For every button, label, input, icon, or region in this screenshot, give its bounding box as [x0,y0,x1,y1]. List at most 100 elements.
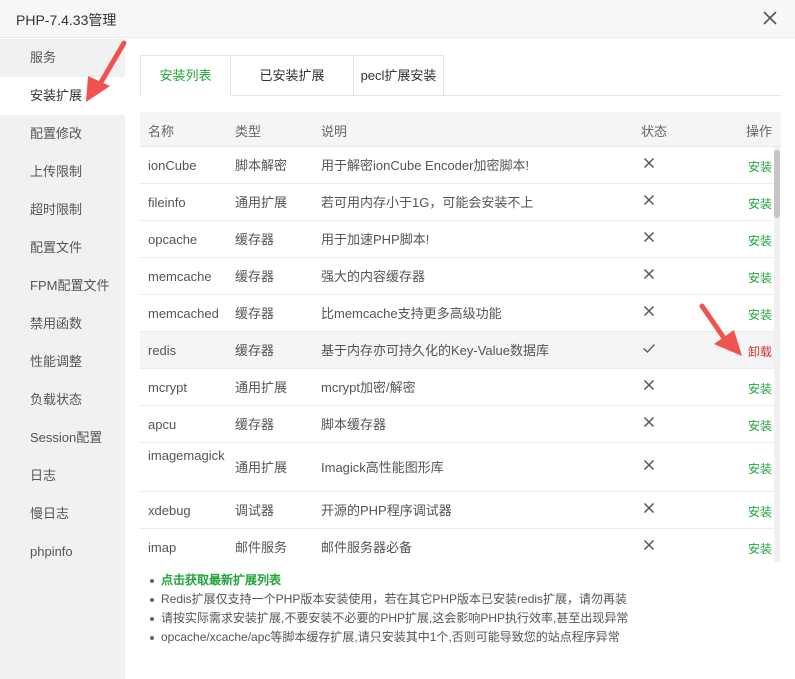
note-item: Redis扩展仅支持一个PHP版本安装使用，若在其它PHP版本已安装redis扩… [150,590,780,609]
extension-type: 缓存器 [235,305,275,321]
install-button[interactable]: 安装 [748,417,772,435]
install-button[interactable]: 安装 [748,232,772,250]
extension-name: memcached [148,305,219,321]
extension-name: apcu [148,416,177,432]
header-type: 类型 [235,124,262,139]
table-row: memcached 缓存器 比memcache支持更多高级功能 安装 [140,295,781,332]
table-row: imagemagick 通用扩展 Imagick高性能图形库 安装 [140,443,781,492]
extension-name: redis [148,342,177,358]
tab-installed-extensions[interactable]: 已安装扩展 [230,55,354,95]
sidebar-item[interactable]: Session配置 [0,419,125,457]
check-icon [641,340,657,356]
extension-description: 用于加速PHP脚本! [321,231,430,247]
extension-name: memcache [148,268,212,284]
cross-icon [641,537,657,553]
header-name: 名称 [148,124,175,139]
tab-install-list[interactable]: 安装列表 [140,55,231,96]
sidebar-item[interactable]: 禁用函数 [0,305,125,343]
scrollbar-thumb[interactable] [774,150,780,218]
sidebar-item[interactable]: 配置文件 [0,229,125,267]
extension-description: 用于解密ionCube Encoder加密脚本! [321,157,530,173]
extension-name: imap [148,539,177,555]
table-row: mcrypt 通用扩展 mcrypt加密/解密 安装 [140,369,781,406]
install-button[interactable]: 安装 [748,269,772,287]
install-button[interactable]: 安装 [748,460,772,478]
extension-description: 邮件服务器必备 [321,539,413,555]
cross-icon [641,377,657,393]
window-titlebar: PHP-7.4.33管理 [0,0,795,38]
extension-type: 缓存器 [235,342,275,358]
note-item: opcache/xcache/apc等脚本缓存扩展,请只安装其中1个,否则可能导… [150,628,780,647]
extension-table: 名称 类型 说明 状态 操作 ionCube 脚本解密 用于解密ionCube En… [140,112,781,562]
tab-pecl-install[interactable]: pecl扩展安装 [353,55,444,95]
sidebar-item[interactable]: 慢日志 [0,495,125,533]
extension-name: fileinfo [148,194,186,210]
table-row: xdebug 调试器 开源的PHP程序调试器 安装 [140,492,781,529]
extension-name: xdebug [148,502,191,518]
extension-type: 缓存器 [235,416,275,432]
install-button[interactable]: 安装 [748,195,772,213]
install-button[interactable]: 安装 [748,503,772,521]
cross-icon [641,457,657,473]
table-row: fileinfo 通用扩展 若可用内存小于1G，可能会安装不上 安装 [140,184,781,221]
tab-bar: 安装列表 已安装扩展 pecl扩展安装 [140,55,781,96]
extension-description: 强大的内容缓存器 [321,268,426,284]
extension-name: ionCube [148,157,197,173]
cross-icon [641,414,657,430]
table-row: redis 缓存器 基于内存亦可持久化的Key-Value数据库 卸载 [140,332,781,369]
cross-icon [641,303,657,319]
extension-type: 通用扩展 [235,194,288,210]
cross-icon [641,155,657,171]
extension-type: 通用扩展 [235,459,288,475]
window-title: PHP-7.4.33管理 [16,12,117,28]
sidebar-item[interactable]: FPM配置文件 [0,267,125,305]
extension-type: 缓存器 [235,268,275,284]
install-button[interactable]: 安装 [748,380,772,398]
header-desc: 说明 [321,124,348,139]
extension-description: 若可用内存小于1G，可能会安装不上 [321,194,534,210]
extension-description: 基于内存亦可持久化的Key-Value数据库 [321,342,550,358]
table-row: apcu 缓存器 脚本缓存器 安装 [140,406,781,443]
sidebar-item[interactable]: 超时限制 [0,191,125,229]
sidebar-item[interactable]: phpinfo [0,533,125,571]
cross-icon [641,266,657,282]
extension-type: 缓存器 [235,231,275,247]
sidebar-item[interactable]: 日志 [0,457,125,495]
table-row: ionCube 脚本解密 用于解密ionCube Encoder加密脚本! 安装 [140,147,781,184]
extension-description: 开源的PHP程序调试器 [321,502,452,518]
cross-icon [641,192,657,208]
install-button[interactable]: 安装 [748,158,772,176]
red-arrow-icon [86,40,127,102]
sidebar-item[interactable]: 负载状态 [0,381,125,419]
extension-name: imagemagick [148,448,225,463]
notes-list: 点击获取最新扩展列表 Redis扩展仅支持一个PHP版本安装使用，若在其它PHP… [150,571,780,647]
extension-description: mcrypt加密/解密 [321,379,416,395]
red-arrow-icon [699,303,742,356]
extension-name: mcrypt [148,379,187,395]
table-row: memcache 缓存器 强大的内容缓存器 安装 [140,258,781,295]
extension-type: 邮件服务 [235,539,288,555]
sidebar-item[interactable]: 配置修改 [0,115,125,153]
install-button[interactable]: 安装 [748,540,772,558]
table-scrollbar[interactable] [774,147,780,562]
header-state: 状态 [641,124,668,139]
table-row: opcache 缓存器 用于加速PHP脚本! 安装 [140,221,781,258]
extension-type: 通用扩展 [235,379,288,395]
note-item: 请按实际需求安装扩展,不要安装不必要的PHP扩展,这会影响PHP执行效率,甚至出… [150,609,780,628]
close-icon[interactable] [761,9,779,27]
extension-description: 脚本缓存器 [321,416,387,432]
main-content: 安装列表 已安装扩展 pecl扩展安装 名称 类型 说明 状态 操作 ionCu… [140,39,781,679]
install-button[interactable]: 安装 [748,306,772,324]
extension-type: 调试器 [235,502,275,518]
header-op: 操作 [745,124,772,139]
table-row: imap 邮件服务 邮件服务器必备 安装 [140,529,781,562]
extension-type: 脚本解密 [235,157,288,173]
sidebar: 服务 安装扩展 配置修改 上传限制 超时限制 配置文件 FPM配置文件 禁用函数 性能调整 负载状… [0,39,125,679]
sidebar-item[interactable]: 性能调整 [0,343,125,381]
fetch-extension-list-link[interactable]: 点击获取最新扩展列表 [150,571,780,590]
cross-icon [641,229,657,245]
uninstall-button[interactable]: 卸载 [748,343,772,361]
extension-description: 比memcache支持更多高级功能 [321,305,502,321]
cross-icon [641,500,657,516]
sidebar-item[interactable]: 上传限制 [0,153,125,191]
